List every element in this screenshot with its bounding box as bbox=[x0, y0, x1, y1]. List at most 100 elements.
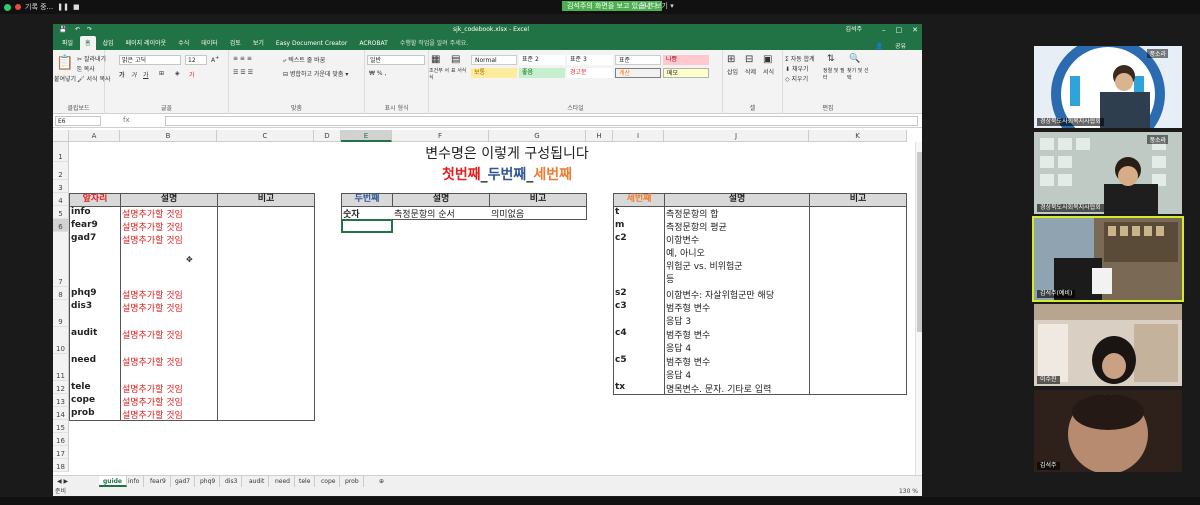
column-header-e[interactable]: E bbox=[341, 130, 392, 142]
column-header-i[interactable]: I bbox=[613, 130, 664, 142]
participant-tile-5[interactable]: 김석주 bbox=[1034, 390, 1182, 472]
sheet-tab-gad7[interactable]: gad7 bbox=[171, 476, 196, 487]
worksheet-grid[interactable]: A B C D E F G H I J K 1 2 3 4 5 6 7 8 9 … bbox=[53, 130, 922, 475]
participant-tile-3[interactable]: 김석주(예비) bbox=[1032, 216, 1184, 302]
table-format-icon[interactable]: ▤ bbox=[451, 54, 460, 65]
fill-button[interactable]: ⬇ 채우기 bbox=[785, 64, 809, 73]
row-header-14[interactable]: 14 bbox=[53, 407, 69, 420]
tab-page-layout[interactable]: 페이지 레이아웃 bbox=[121, 36, 172, 50]
row-header-12[interactable]: 12 bbox=[53, 381, 69, 394]
style-standard[interactable]: 표준 bbox=[615, 55, 661, 65]
function-icon[interactable]: fx bbox=[123, 116, 130, 124]
currency-icon[interactable]: ₩ % , bbox=[369, 70, 386, 77]
delete-cells-icon[interactable]: ⊟ bbox=[745, 54, 753, 65]
column-header-a[interactable]: A bbox=[69, 130, 120, 142]
tab-acrobat[interactable]: ACROBAT bbox=[354, 38, 393, 50]
copy-button[interactable]: ⎘ 복사 bbox=[77, 64, 95, 74]
selected-cell-e6[interactable] bbox=[341, 219, 393, 233]
row-header-13[interactable]: 13 bbox=[53, 394, 69, 407]
sheet-tab-tele[interactable]: tele bbox=[295, 476, 316, 487]
tab-review[interactable]: 검토 bbox=[225, 36, 246, 50]
tab-easy-document-creator[interactable]: Easy Document Creator bbox=[271, 38, 352, 50]
style-calc[interactable]: 계산 bbox=[615, 68, 661, 78]
tab-home[interactable]: 홈 bbox=[80, 36, 96, 50]
row-header-18[interactable]: 18 bbox=[53, 459, 69, 472]
number-format-select[interactable]: 일반 bbox=[367, 55, 425, 65]
tab-view[interactable]: 보기 bbox=[248, 36, 269, 50]
row-header-4[interactable]: 4 bbox=[53, 193, 69, 206]
tab-insert[interactable]: 삽입 bbox=[98, 36, 119, 50]
sort-filter-button[interactable]: 정렬 및 필터 bbox=[823, 67, 845, 81]
find-select-button[interactable]: 찾기 및 선택 bbox=[847, 67, 869, 81]
font-color-icon[interactable]: 가 bbox=[189, 70, 195, 79]
conditional-format-icon[interactable]: ▦ bbox=[431, 54, 440, 65]
fill-color-icon[interactable]: ◈ bbox=[175, 70, 180, 77]
save-icon[interactable]: 💾 bbox=[59, 24, 66, 36]
delete-cells-button[interactable]: 삭제 bbox=[745, 67, 756, 76]
row-header-16[interactable]: 16 bbox=[53, 433, 69, 446]
conditional-format-button[interactable]: 조건부 서식 bbox=[429, 67, 449, 81]
cut-button[interactable]: ✂ 잘라내기 bbox=[77, 54, 106, 63]
user-name[interactable]: 김석주 bbox=[845, 24, 862, 36]
participant-tile-1[interactable]: 경상북도사회복지사협회 풍소라 bbox=[1034, 46, 1182, 128]
column-header-k[interactable]: K bbox=[809, 130, 907, 142]
table-format-button[interactable]: 표 서식 bbox=[451, 67, 469, 74]
underline-icon[interactable]: 가 bbox=[143, 70, 149, 79]
italic-icon[interactable]: 가 bbox=[131, 70, 137, 79]
column-header-j[interactable]: J bbox=[664, 130, 809, 142]
insert-cells-icon[interactable]: ⊞ bbox=[727, 54, 735, 65]
sort-filter-icon[interactable]: ⇅ bbox=[827, 54, 835, 64]
row-header-6[interactable]: 6 bbox=[53, 219, 69, 232]
style-memo[interactable]: 메모 bbox=[663, 68, 709, 78]
insert-cells-button[interactable]: 삽입 bbox=[727, 67, 738, 76]
minimize-icon[interactable]: – bbox=[882, 24, 886, 36]
column-header-f[interactable]: F bbox=[392, 130, 489, 142]
merge-center-button[interactable]: ⊟ 병합하고 가운데 맞춤 ▾ bbox=[283, 69, 348, 78]
pause-icon[interactable]: ❚❚ bbox=[57, 3, 69, 11]
select-all-corner[interactable] bbox=[53, 130, 69, 142]
style-normal[interactable]: Normal bbox=[471, 55, 517, 65]
row-header-2[interactable]: 2 bbox=[53, 162, 69, 180]
view-options-button[interactable]: 옵션 보기 ▾ bbox=[640, 1, 674, 11]
add-sheet-icon[interactable]: ⊕ bbox=[375, 476, 388, 487]
zoom-level[interactable]: 130 % bbox=[899, 487, 918, 496]
formula-input[interactable] bbox=[165, 116, 918, 126]
sheet-tab-info[interactable]: info bbox=[124, 476, 145, 487]
font-size-select[interactable]: 12 bbox=[185, 55, 207, 65]
border-icon[interactable]: ⊞ bbox=[159, 70, 164, 77]
row-header-8[interactable]: 8 bbox=[53, 287, 69, 300]
close-icon[interactable]: ✕ bbox=[912, 24, 918, 36]
sheet-tab-prob[interactable]: prob bbox=[341, 476, 364, 487]
paste-button[interactable]: 붙여넣기 bbox=[54, 74, 76, 83]
wrap-text-button[interactable]: ⤶ 텍스트 줄 바꿈 bbox=[283, 55, 325, 65]
vertical-scrollbar[interactable] bbox=[915, 142, 922, 475]
row-header-10[interactable]: 10 bbox=[53, 327, 69, 354]
sheet-tab-guide[interactable]: guide bbox=[99, 476, 127, 487]
maximize-icon[interactable]: □ bbox=[896, 24, 903, 36]
column-header-h[interactable]: H bbox=[586, 130, 613, 142]
format-cells-button[interactable]: 서식 bbox=[763, 67, 774, 76]
participant-tile-2[interactable]: 경상북도사회복지사협회 풍소라 bbox=[1034, 132, 1182, 214]
sheet-tab-fear9[interactable]: fear9 bbox=[146, 476, 171, 487]
sheet-tab-dis3[interactable]: dis3 bbox=[221, 476, 243, 487]
column-header-d[interactable]: D bbox=[314, 130, 341, 142]
row-header-1[interactable]: 1 bbox=[53, 142, 69, 162]
style-good[interactable]: 좋음 bbox=[519, 68, 565, 78]
row-header-17[interactable]: 17 bbox=[53, 446, 69, 459]
column-header-g[interactable]: G bbox=[489, 130, 586, 142]
find-select-icon[interactable]: 🔍 bbox=[849, 54, 860, 64]
autosum-button[interactable]: Σ 자동 합계 bbox=[785, 54, 815, 63]
clear-button[interactable]: ◇ 지우기 bbox=[785, 74, 808, 83]
font-name-select[interactable]: 맑은 고딕 bbox=[119, 55, 181, 65]
tab-file[interactable]: 파일 bbox=[57, 36, 78, 50]
sheet-tab-cope[interactable]: cope bbox=[317, 476, 341, 487]
style-standard2[interactable]: 표준 2 bbox=[519, 55, 565, 65]
name-box[interactable]: E6 bbox=[55, 116, 101, 126]
tab-data[interactable]: 데이터 bbox=[196, 36, 223, 50]
tell-me-search[interactable]: 수행할 작업을 알려 주세요. bbox=[395, 36, 473, 50]
style-bad[interactable]: 나쁨 bbox=[663, 55, 709, 65]
sheet-tab-phq9[interactable]: phq9 bbox=[196, 476, 221, 487]
sheet-nav-icon[interactable]: ◀ ▶ bbox=[53, 476, 72, 487]
style-warning[interactable]: 경고문 bbox=[567, 68, 613, 78]
row-header-15[interactable]: 15 bbox=[53, 420, 69, 433]
